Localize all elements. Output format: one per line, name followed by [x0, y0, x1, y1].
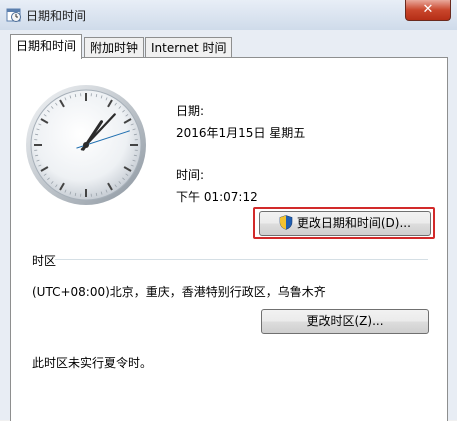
- tab-panel-date-time: 日期: 2016年1月15日 星期五 时间: 下午 01:07:12 更改日期和…: [10, 57, 448, 421]
- time-value: 下午 01:07:12: [176, 188, 258, 205]
- uac-shield-icon: [279, 215, 293, 230]
- clock-center-pin: [83, 142, 89, 148]
- close-icon: ✕: [423, 2, 434, 17]
- change-date-time-label: 更改日期和时间(D)...: [297, 216, 411, 230]
- tab-label: 日期和时间: [16, 39, 76, 53]
- change-date-time-button[interactable]: 更改日期和时间(D)...: [259, 211, 431, 236]
- change-timezone-label: 更改时区(Z)...: [306, 314, 383, 328]
- change-timezone-button[interactable]: 更改时区(Z)...: [261, 309, 429, 334]
- tab-label: Internet 时间: [151, 41, 226, 55]
- tab-date-time[interactable]: 日期和时间: [10, 34, 82, 59]
- title-bar[interactable]: 日期和时间 ✕: [0, 0, 457, 31]
- dst-note: 此时区未实行夏令时。: [32, 354, 152, 371]
- window-title: 日期和时间: [26, 7, 86, 24]
- timezone-value: (UTC+08:00)北京，重庆，香港特别行政区，乌鲁木齐: [32, 283, 326, 300]
- section-divider: [55, 259, 428, 260]
- tab-label: 附加时钟: [90, 41, 138, 55]
- clock-calendar-icon: [6, 7, 22, 23]
- timezone-section-label: 时区: [32, 252, 56, 269]
- date-label: 日期:: [176, 102, 204, 119]
- date-value: 2016年1月15日 星期五: [176, 124, 305, 141]
- tab-internet-time[interactable]: Internet 时间: [145, 37, 232, 58]
- time-label: 时间:: [176, 166, 204, 183]
- close-button[interactable]: ✕: [405, 0, 451, 21]
- tab-additional-clocks[interactable]: 附加时钟: [84, 37, 144, 58]
- analog-clock: [25, 84, 147, 206]
